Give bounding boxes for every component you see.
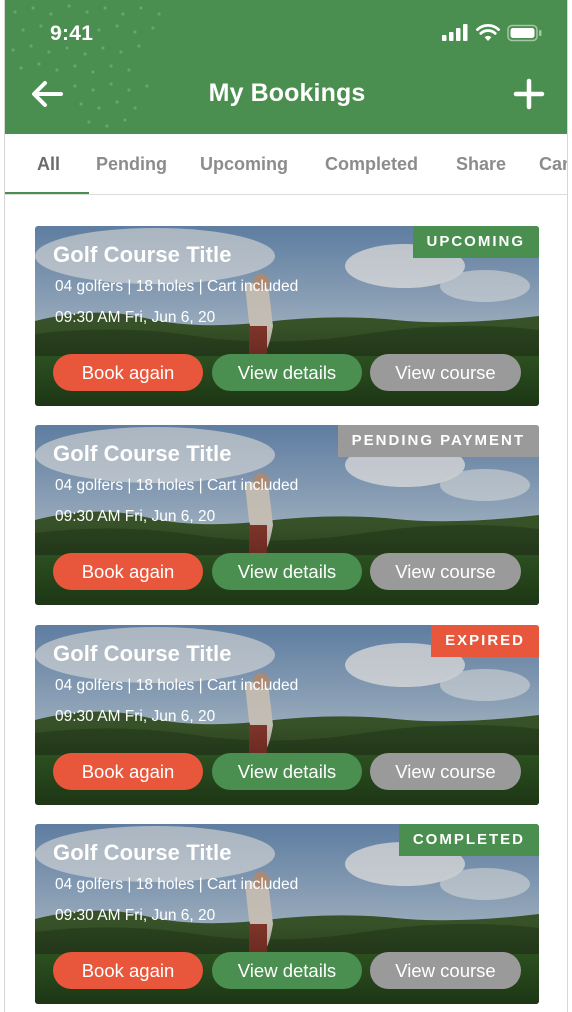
tab-cancelled[interactable]: Cancelled	[539, 154, 567, 175]
booking-datetime: 09:30 AM Fri, Jun 6, 20	[55, 708, 216, 725]
tab-upcoming[interactable]: Upcoming	[200, 154, 288, 175]
status-time: 9:41	[50, 22, 94, 45]
book-again-button[interactable]: Book again	[53, 753, 203, 790]
book-again-button[interactable]: Book again	[53, 553, 203, 590]
phone-screen: 9:41 My Bookings All Pending Upcoming Co…	[4, 0, 568, 1012]
view-details-button[interactable]: View details	[212, 753, 362, 790]
view-details-button[interactable]: View details	[212, 553, 362, 590]
view-course-button[interactable]: View course	[370, 354, 521, 391]
status-badge: EXPIRED	[431, 625, 539, 657]
wifi-icon	[476, 24, 500, 41]
active-tab-indicator	[5, 192, 89, 194]
tab-completed[interactable]: Completed	[325, 154, 418, 175]
view-details-button[interactable]: View details	[212, 952, 362, 989]
status-badge: PENDING PAYMENT	[337, 425, 539, 457]
booking-details: 04 golfers | 18 holes | Cart included	[55, 677, 299, 694]
booking-card[interactable]: Golf Course Title 04 golfers | 18 holes …	[35, 425, 539, 605]
booking-details: 04 golfers | 18 holes | Cart included	[55, 876, 299, 893]
booking-datetime: 09:30 AM Fri, Jun 6, 20	[55, 309, 216, 326]
status-icons	[441, 24, 543, 42]
book-again-button[interactable]: Book again	[53, 952, 203, 989]
booking-datetime: 09:30 AM Fri, Jun 6, 20	[55, 508, 216, 525]
status-badge: UPCOMING	[412, 226, 539, 258]
booking-card[interactable]: Golf Course Title 04 golfers | 18 holes …	[35, 625, 539, 805]
battery-icon	[507, 24, 542, 42]
booking-datetime: 09:30 AM Fri, Jun 6, 20	[55, 907, 216, 924]
booking-card[interactable]: Golf Course Title 04 golfers | 18 holes …	[35, 226, 539, 406]
tab-share[interactable]: Share	[456, 154, 506, 175]
view-details-button[interactable]: View details	[212, 354, 362, 391]
booking-details: 04 golfers | 18 holes | Cart included	[55, 278, 299, 295]
cellular-signal-icon	[442, 24, 468, 41]
view-course-button[interactable]: View course	[370, 553, 521, 590]
course-title: Golf Course Title	[53, 641, 232, 666]
course-title: Golf Course Title	[53, 242, 232, 267]
booking-tabs: All Pending Upcoming Completed Share Can…	[5, 134, 567, 195]
tab-pending[interactable]: Pending	[96, 154, 167, 175]
tab-all[interactable]: All	[37, 154, 60, 175]
add-icon[interactable]	[513, 78, 545, 110]
header-dot-pattern	[11, 4, 161, 128]
course-title: Golf Course Title	[53, 441, 232, 466]
page-title: My Bookings	[208, 79, 366, 107]
view-course-button[interactable]: View course	[370, 753, 521, 790]
book-again-button[interactable]: Book again	[53, 354, 203, 391]
view-course-button[interactable]: View course	[370, 952, 521, 989]
booking-details: 04 golfers | 18 holes | Cart included	[55, 477, 299, 494]
app-header: 9:41 My Bookings	[5, 0, 567, 134]
booking-card[interactable]: Golf Course Title 04 golfers | 18 holes …	[35, 824, 539, 1004]
course-title: Golf Course Title	[53, 840, 232, 865]
status-badge: COMPLETED	[398, 824, 539, 856]
